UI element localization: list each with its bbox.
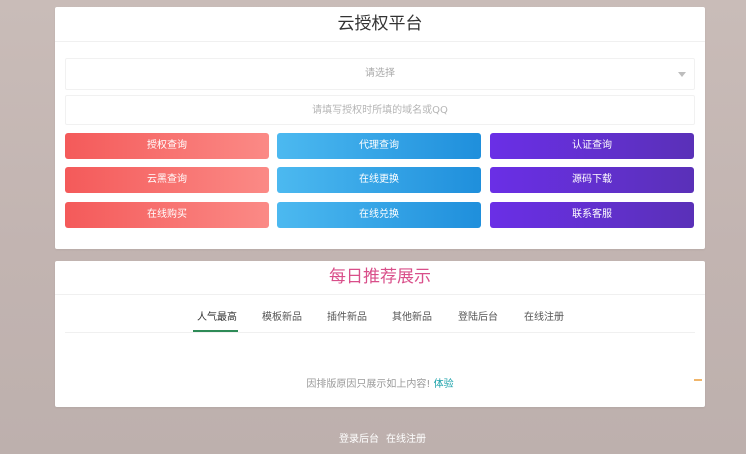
tab-new-templates[interactable]: 模板新品	[262, 311, 302, 329]
auth-panel: 云授权平台 请选择 授权查询 代理查询 认证查询 云黑查询 在线更换 源码下载 …	[55, 7, 705, 249]
chevron-down-icon	[678, 72, 686, 77]
tab-online-register[interactable]: 在线注册	[524, 311, 564, 329]
cert-query-button[interactable]: 认证查询	[490, 133, 694, 159]
tabs-divider	[65, 332, 695, 333]
experience-link[interactable]: 体验	[434, 379, 454, 390]
recommend-panel: 每日推荐展示 人气最高 模板新品 插件新品 其他新品 登陆后台 在线注册 因排版…	[55, 261, 705, 407]
active-tab-indicator	[193, 330, 238, 332]
blacklist-query-button[interactable]: 云黑查询	[65, 167, 269, 193]
recommend-panel-title: 每日推荐展示	[55, 261, 705, 295]
tab-login-backend[interactable]: 登陆后台	[458, 311, 498, 329]
product-select[interactable]: 请选择	[65, 58, 695, 90]
auth-panel-title: 云授权平台	[55, 7, 705, 42]
layout-notice-text: 因排版原因只展示如上内容!	[306, 379, 431, 390]
source-download-button[interactable]: 源码下载	[490, 167, 694, 193]
footer-register-link[interactable]: 在线注册	[386, 430, 426, 445]
tab-most-popular[interactable]: 人气最高	[197, 311, 237, 329]
product-select-placeholder: 请选择	[365, 68, 395, 79]
online-redeem-button[interactable]: 在线兑换	[277, 202, 481, 228]
contact-support-button[interactable]: 联系客服	[490, 202, 694, 228]
online-change-button[interactable]: 在线更换	[277, 167, 481, 193]
side-decoration	[694, 379, 702, 381]
tab-new-plugins[interactable]: 插件新品	[327, 311, 367, 329]
online-buy-button[interactable]: 在线购买	[65, 202, 269, 228]
tab-other-new[interactable]: 其他新品	[392, 311, 432, 329]
agent-query-button[interactable]: 代理查询	[277, 133, 481, 159]
auth-query-button[interactable]: 授权查询	[65, 133, 269, 159]
layout-notice: 因排版原因只展示如上内容! 体验	[55, 375, 705, 390]
domain-qq-input[interactable]	[65, 95, 695, 125]
footer-login-link[interactable]: 登录后台	[339, 430, 379, 445]
